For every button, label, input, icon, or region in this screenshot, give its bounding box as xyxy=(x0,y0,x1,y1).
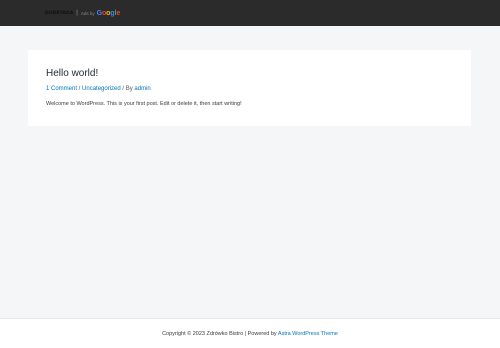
footer-copyright: Copyright © 2023 Zdrówko Bistro | Powere… xyxy=(0,330,500,338)
category-link[interactable]: Uncategorized xyxy=(82,86,121,92)
site-header: DOBRYAKA | Ads by Google xyxy=(0,0,500,26)
copyright-text: Copyright © 2023 Zdrówko Bistro | Powere… xyxy=(162,331,278,337)
post-meta: 1 Comment / Uncategorized / By admin xyxy=(46,85,151,93)
site-logo-text[interactable]: DOBRYAKA xyxy=(45,11,73,16)
post-card: Hello world! 1 Comment / Uncategorized /… xyxy=(28,50,471,126)
site-footer: Copyright © 2023 Zdrówko Bistro | Powere… xyxy=(0,318,500,348)
meta-by-separator: / By xyxy=(120,86,135,92)
brand-separator: | xyxy=(76,10,78,16)
header-branding[interactable]: DOBRYAKA | Ads by Google xyxy=(45,7,120,19)
post-content: Welcome to WordPress. This is your first… xyxy=(46,101,242,107)
post-title[interactable]: Hello world! xyxy=(46,68,98,80)
author-link[interactable]: admin xyxy=(134,86,150,92)
comments-link[interactable]: 1 Comment xyxy=(46,86,77,92)
google-logo-icon[interactable]: Google xyxy=(97,10,121,17)
ads-by-label: Ads by xyxy=(80,10,95,16)
google-letter: e xyxy=(116,9,121,17)
theme-link[interactable]: Astra WordPress Theme xyxy=(278,331,338,337)
